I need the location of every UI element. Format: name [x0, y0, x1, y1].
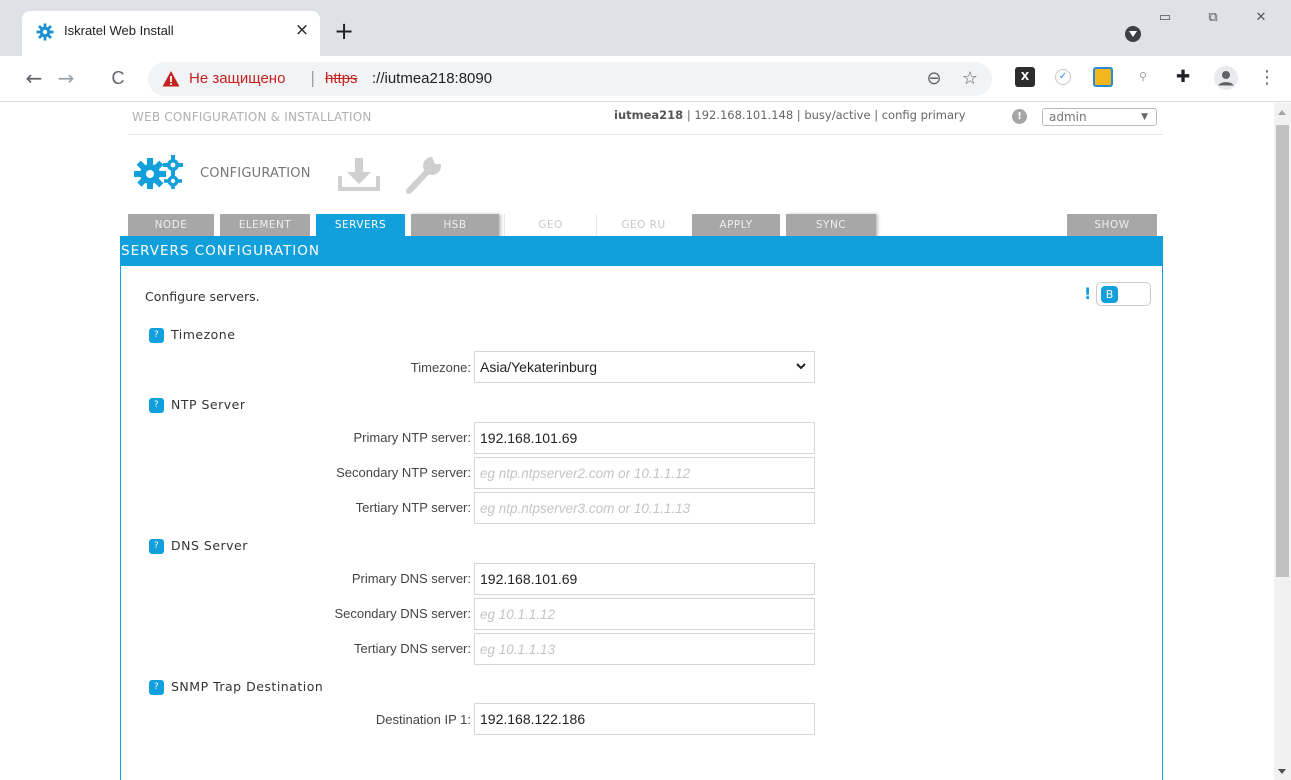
- extension-x-icon[interactable]: X: [1015, 67, 1035, 87]
- extension-yellow-icon[interactable]: [1093, 67, 1113, 87]
- browser-tab[interactable]: Iskratel Web Install ×: [22, 11, 320, 56]
- secondary-ntp-label: Secondary NTP server:: [336, 465, 471, 480]
- status-details: | 192.168.101.148 | busy/active | config…: [683, 108, 966, 122]
- url-separator: |: [310, 68, 316, 87]
- tab-show[interactable]: SHOW: [1067, 214, 1157, 237]
- primary-ntp-input[interactable]: [474, 422, 815, 454]
- window-controls: ▭ ⧉ ✕: [1141, 8, 1289, 30]
- scroll-thumb[interactable]: [1276, 125, 1289, 577]
- help-icon[interactable]: ?: [149, 398, 164, 413]
- download-icon[interactable]: [337, 156, 381, 192]
- warning-icon: [162, 71, 180, 87]
- secondary-dns-input[interactable]: [474, 598, 815, 630]
- destination-ip-1-label: Destination IP 1:: [375, 712, 471, 727]
- scroll-down-icon[interactable]: [1278, 769, 1286, 774]
- chevron-down-icon: [795, 352, 807, 393]
- header-divider: [128, 134, 1163, 135]
- close-tab-icon[interactable]: ×: [292, 20, 312, 40]
- zoom-icon[interactable]: ⊖: [924, 69, 944, 89]
- timezone-select[interactable]: Asia/Yekaterinburg: [474, 351, 815, 383]
- scroll-up-icon[interactable]: [1278, 110, 1286, 115]
- tertiary-ntp-label: Tertiary NTP server:: [355, 500, 471, 515]
- back-icon[interactable]: ←: [20, 64, 48, 92]
- tab-sync[interactable]: SYNC: [786, 214, 876, 237]
- help-icon[interactable]: ?: [149, 328, 164, 343]
- help-icon[interactable]: ?: [149, 680, 164, 695]
- timezone-value: Asia/Yekaterinburg: [480, 359, 598, 375]
- primary-dns-label: Primary DNS server:: [351, 571, 471, 586]
- bookmark-star-icon[interactable]: ☆: [960, 69, 980, 89]
- page-scrollbar[interactable]: [1274, 103, 1291, 780]
- person-icon: [1218, 71, 1234, 86]
- tab-geo-ru: GEO RU: [596, 214, 690, 237]
- tab-title: Iskratel Web Install: [64, 23, 174, 38]
- tab-hsb[interactable]: HSB: [411, 214, 499, 237]
- secondary-ntp-input[interactable]: [474, 457, 815, 489]
- host-name: iutmea218: [614, 108, 684, 122]
- tertiary-dns-label: Tertiary DNS server:: [353, 641, 471, 656]
- system-status: iutmea218 | 192.168.101.148 | busy/activ…: [614, 108, 966, 122]
- extension-search-icon[interactable]: ⚲: [1133, 67, 1153, 87]
- tab-element[interactable]: ELEMENT: [220, 214, 310, 237]
- extension-compass-icon[interactable]: ✓: [1055, 69, 1071, 85]
- media-control-icon[interactable]: [1125, 26, 1141, 42]
- help-icon[interactable]: ?: [149, 539, 164, 554]
- url-scheme: https: [325, 70, 358, 87]
- user-name: admin: [1049, 110, 1087, 124]
- minimize-icon[interactable]: ▭: [1141, 8, 1189, 30]
- new-tab-button[interactable]: +: [332, 19, 356, 44]
- configuration-gears-icon[interactable]: [134, 155, 184, 189]
- restore-icon[interactable]: ⧉: [1189, 8, 1237, 30]
- insecure-label[interactable]: Не защищено: [189, 70, 285, 87]
- panel-header: SERVERS CONFIGURATION: [121, 236, 1163, 266]
- panel-description: Configure servers.: [145, 289, 260, 304]
- tertiary-dns-input[interactable]: [474, 633, 815, 665]
- primary-ntp-label: Primary NTP server:: [353, 430, 472, 445]
- alert-icon[interactable]: !: [1084, 284, 1091, 303]
- tab-geo: GEO: [504, 214, 596, 237]
- page-viewport: WEB CONFIGURATION & INSTALLATION iutmea2…: [0, 103, 1274, 780]
- extensions-puzzle-icon[interactable]: ✚: [1173, 67, 1193, 87]
- tab-apply[interactable]: APPLY: [692, 214, 780, 237]
- b-toggle-label: B: [1101, 286, 1118, 303]
- gear-favicon-icon: [36, 23, 54, 41]
- configuration-label[interactable]: CONFIGURATION: [200, 166, 311, 181]
- info-icon[interactable]: !: [1012, 109, 1027, 124]
- panel-title: SERVERS CONFIGURATION: [121, 243, 320, 259]
- primary-dns-input[interactable]: [474, 563, 815, 595]
- browser-tabstrip: Iskratel Web Install × + ▭ ⧉ ✕: [0, 0, 1291, 56]
- dropdown-arrow-icon: ▼: [1141, 112, 1148, 122]
- tab-node[interactable]: NODE: [128, 214, 214, 237]
- address-bar[interactable]: Не защищено | https ://iutmea218:8090 ⊖ …: [148, 62, 992, 96]
- section-title: Timezone: [171, 327, 236, 342]
- app-title: WEB CONFIGURATION & INSTALLATION: [132, 110, 372, 124]
- destination-ip-1-input[interactable]: [474, 703, 815, 735]
- tertiary-ntp-input[interactable]: [474, 492, 815, 524]
- close-window-icon[interactable]: ✕: [1237, 8, 1285, 30]
- reload-icon[interactable]: C: [104, 64, 132, 92]
- timezone-label: Timezone:: [410, 360, 471, 375]
- section-title: DNS Server: [171, 538, 248, 553]
- forward-icon[interactable]: →: [52, 64, 80, 92]
- section-title: SNMP Trap Destination: [171, 679, 324, 694]
- tab-servers[interactable]: SERVERS: [316, 214, 405, 237]
- profile-avatar[interactable]: [1214, 66, 1238, 90]
- user-select[interactable]: admin ▼: [1042, 108, 1157, 126]
- secondary-dns-label: Secondary DNS server:: [334, 606, 471, 621]
- browser-menu-icon[interactable]: ⋮: [1258, 66, 1276, 90]
- url-host: ://iutmea218:8090: [372, 70, 493, 87]
- servers-panel: SERVERS CONFIGURATION Configure servers.…: [120, 236, 1163, 780]
- b-toggle[interactable]: B: [1096, 282, 1151, 306]
- section-title: NTP Server: [171, 397, 246, 412]
- wrench-icon[interactable]: [405, 154, 443, 194]
